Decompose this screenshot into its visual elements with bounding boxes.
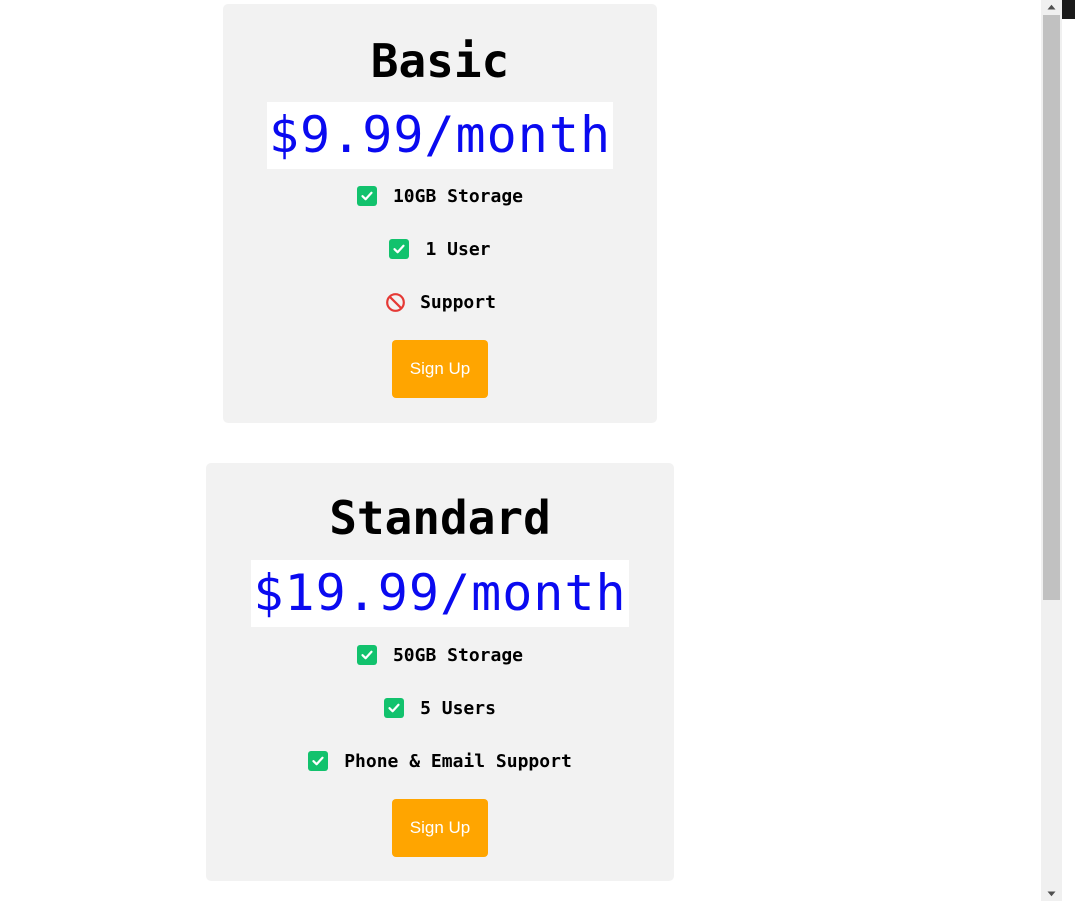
window-edge [1062,0,1075,901]
scroll-down-arrow-icon[interactable] [1041,887,1062,901]
prohibited-icon [384,291,406,313]
feature-item: 5 Users [206,696,674,720]
scroll-up-arrow-icon[interactable] [1041,0,1062,14]
feature-item: Support [223,290,657,314]
window-edge-marker [1062,0,1075,19]
check-icon [389,239,410,259]
scrollbar-thumb[interactable] [1043,15,1060,600]
sign-up-button-standard[interactable]: Sign Up [392,799,488,857]
plan-price: $19.99/month [251,560,629,627]
plan-title: Basic [370,34,510,88]
sign-up-button-basic[interactable]: Sign Up [392,340,488,398]
vertical-scrollbar[interactable] [1041,0,1062,901]
feature-label: 1 User [425,238,491,260]
feature-label: Support [420,291,496,313]
feature-item: 1 User [223,237,657,261]
check-icon [356,645,377,665]
feature-label: 50GB Storage [392,644,524,666]
check-icon [308,751,329,771]
feature-label: 5 Users [420,697,496,719]
feature-label: 10GB Storage [392,185,524,207]
feature-item: 50GB Storage [206,643,674,667]
pricing-card-standard: Standard $19.99/month 50GB Storage 5 Use… [206,463,674,881]
page-viewport: Basic $9.99/month 10GB Storage 1 User Su… [0,0,1075,901]
plan-price: $9.99/month [266,102,614,169]
check-icon [356,186,377,206]
check-icon [384,698,405,718]
feature-item: 10GB Storage [223,184,657,208]
feature-item: Phone & Email Support [206,749,674,773]
price-wrap: $19.99/month [206,560,674,627]
pricing-card-basic: Basic $9.99/month 10GB Storage 1 User Su… [223,4,657,423]
feature-label: Phone & Email Support [344,750,572,772]
price-wrap: $9.99/month [223,102,657,169]
plan-title: Standard [329,491,551,545]
